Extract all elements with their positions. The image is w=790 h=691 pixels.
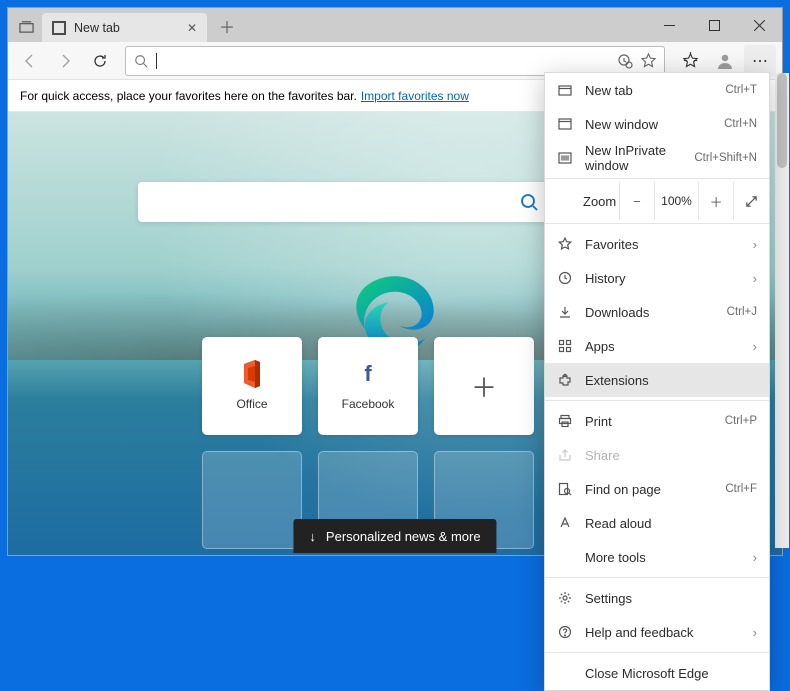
titlebar: New tab ✕ ＋ bbox=[8, 8, 782, 42]
tile-label: Facebook bbox=[342, 397, 395, 411]
chevron-right-icon: › bbox=[753, 271, 757, 286]
office-icon bbox=[239, 361, 265, 387]
find-icon bbox=[557, 481, 573, 497]
menu-print[interactable]: Print Ctrl+P bbox=[545, 404, 769, 438]
scrollbar-thumb[interactable] bbox=[777, 73, 787, 168]
apps-icon bbox=[557, 338, 573, 354]
arrow-down-icon: ↓ bbox=[309, 529, 316, 544]
search-icon bbox=[519, 192, 539, 212]
vertical-scrollbar[interactable] bbox=[775, 73, 789, 548]
minimize-button[interactable] bbox=[647, 8, 692, 42]
tab-strip: New tab ✕ ＋ bbox=[8, 8, 241, 42]
tile-placeholder bbox=[202, 451, 302, 549]
address-cursor bbox=[156, 53, 157, 69]
zoom-value: 100% bbox=[654, 182, 698, 220]
read-aloud-icon bbox=[557, 515, 573, 531]
menu-new-window[interactable]: New window Ctrl+N bbox=[545, 107, 769, 141]
gear-icon bbox=[557, 590, 573, 606]
tab-favicon-icon bbox=[52, 21, 66, 35]
window-controls bbox=[647, 8, 782, 42]
menu-find[interactable]: Find on page Ctrl+F bbox=[545, 472, 769, 506]
menu-read-aloud[interactable]: Read aloud bbox=[545, 506, 769, 540]
menu-help[interactable]: Help and feedback › bbox=[545, 615, 769, 649]
menu-new-tab[interactable]: New tab Ctrl+T bbox=[545, 73, 769, 107]
download-icon bbox=[557, 304, 573, 320]
menu-share: Share bbox=[545, 438, 769, 472]
tab-close-button[interactable]: ✕ bbox=[187, 21, 197, 35]
history-icon bbox=[557, 270, 573, 286]
back-button[interactable] bbox=[14, 45, 46, 77]
print-icon bbox=[557, 413, 573, 429]
favorites-hint-text: For quick access, place your favorites h… bbox=[20, 89, 357, 103]
search-icon bbox=[134, 54, 148, 68]
tile-add[interactable]: ＋ bbox=[434, 337, 534, 435]
favorite-star-icon[interactable] bbox=[641, 53, 656, 68]
share-icon bbox=[557, 447, 573, 463]
inprivate-icon bbox=[557, 150, 573, 166]
plus-icon: ＋ bbox=[471, 373, 497, 399]
menu-downloads[interactable]: Downloads Ctrl+J bbox=[545, 295, 769, 329]
chevron-right-icon: › bbox=[753, 625, 757, 640]
news-feed-toggle[interactable]: ↓ Personalized news & more bbox=[293, 519, 496, 553]
ntp-search-box[interactable] bbox=[138, 182, 553, 222]
quick-links-grid: Office f Facebook ＋ bbox=[202, 337, 534, 549]
tile-office[interactable]: Office bbox=[202, 337, 302, 435]
refresh-button[interactable] bbox=[84, 45, 116, 77]
extensions-icon bbox=[557, 372, 573, 388]
address-bar[interactable] bbox=[125, 46, 665, 76]
facebook-icon: f bbox=[355, 361, 381, 387]
zoom-out-button[interactable]: − bbox=[619, 182, 655, 220]
tracking-prevention-icon[interactable] bbox=[617, 53, 633, 69]
chevron-right-icon: › bbox=[753, 550, 757, 565]
help-icon bbox=[557, 624, 573, 640]
menu-settings[interactable]: Settings bbox=[545, 581, 769, 615]
tab-title: New tab bbox=[74, 21, 179, 35]
menu-more-tools[interactable]: More tools › bbox=[545, 540, 769, 574]
new-window-icon bbox=[557, 116, 573, 132]
menu-apps[interactable]: Apps › bbox=[545, 329, 769, 363]
import-favorites-link[interactable]: Import favorites now bbox=[361, 89, 469, 103]
chevron-right-icon: › bbox=[753, 237, 757, 252]
zoom-label: Zoom bbox=[545, 194, 619, 209]
new-tab-button[interactable]: ＋ bbox=[213, 12, 241, 40]
menu-zoom-row: Zoom − 100% ＋ bbox=[545, 182, 769, 220]
tile-label: Office bbox=[236, 397, 267, 411]
menu-inprivate[interactable]: New InPrivate window Ctrl+Shift+N bbox=[545, 141, 769, 175]
news-label: Personalized news & more bbox=[326, 529, 481, 544]
chevron-right-icon: › bbox=[753, 339, 757, 354]
close-window-button[interactable] bbox=[737, 8, 782, 42]
settings-menu: New tab Ctrl+T New window Ctrl+N New InP… bbox=[544, 72, 770, 691]
menu-extensions[interactable]: Extensions bbox=[545, 363, 769, 397]
forward-button[interactable] bbox=[49, 45, 81, 77]
zoom-in-button[interactable]: ＋ bbox=[698, 182, 734, 220]
tile-facebook[interactable]: f Facebook bbox=[318, 337, 418, 435]
new-tab-icon bbox=[557, 82, 573, 98]
maximize-button[interactable] bbox=[692, 8, 737, 42]
menu-favorites[interactable]: Favorites › bbox=[545, 227, 769, 261]
fullscreen-button[interactable] bbox=[733, 182, 769, 220]
tabs-overview-icon[interactable] bbox=[16, 16, 36, 36]
star-icon bbox=[557, 236, 573, 252]
menu-close-edge[interactable]: Close Microsoft Edge bbox=[545, 656, 769, 690]
menu-history[interactable]: History › bbox=[545, 261, 769, 295]
tab-current[interactable]: New tab ✕ bbox=[42, 13, 207, 43]
